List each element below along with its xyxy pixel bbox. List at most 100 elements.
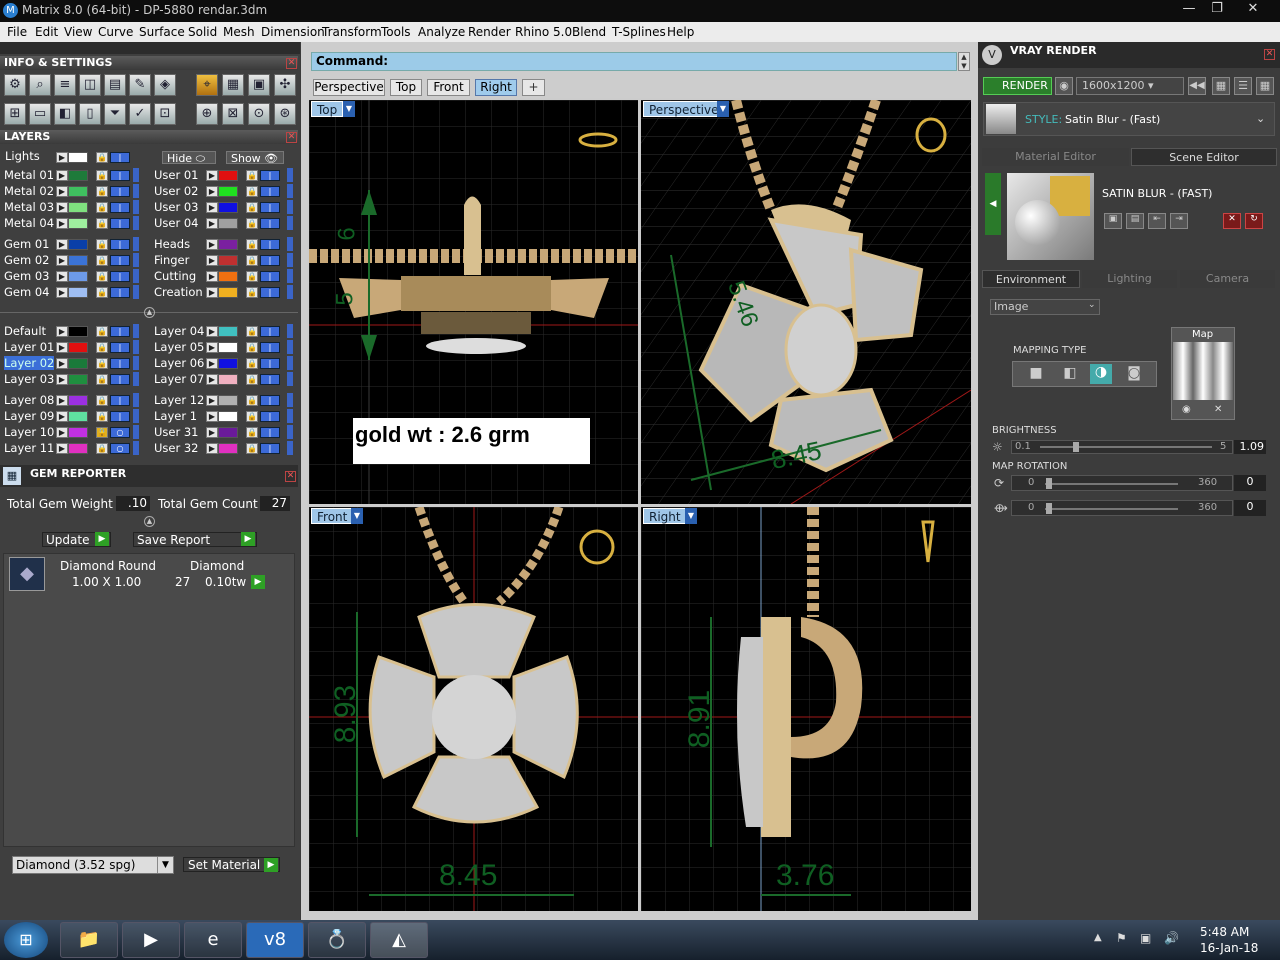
snap-icon[interactable]: ⌖ xyxy=(196,74,218,96)
zoom-icon[interactable]: ⌕ xyxy=(29,74,51,96)
layer-lock-icon[interactable]: 🔒 xyxy=(96,411,108,422)
rhino-taskbar-icon[interactable]: ◭ xyxy=(370,922,428,958)
lights-lock-icon[interactable]: 🔒 xyxy=(96,152,108,163)
menu-help[interactable]: Help xyxy=(667,25,694,39)
layer-color-swatch[interactable] xyxy=(218,202,238,213)
layer-right-name[interactable]: User 02 xyxy=(154,184,199,198)
layers-stack-icon[interactable]: ≡ xyxy=(54,74,76,96)
layer-visible-icon[interactable]: | xyxy=(260,395,280,406)
matrix-taskbar-icon[interactable]: v8 xyxy=(246,922,304,958)
lights-color-swatch[interactable] xyxy=(68,152,88,163)
sphere-map-icon[interactable]: ◑ xyxy=(1090,364,1112,384)
layer-arrow-icon[interactable]: ▶ xyxy=(206,326,218,337)
tab-top[interactable]: Top xyxy=(390,79,422,96)
layer-color-swatch[interactable] xyxy=(68,255,88,266)
layer-visible-icon[interactable]: | xyxy=(110,374,130,385)
layer-visible-icon[interactable]: | xyxy=(260,218,280,229)
layer-left-name[interactable]: Layer 08 xyxy=(4,393,54,407)
layer-color-swatch[interactable] xyxy=(68,374,88,385)
layer-lock-icon[interactable]: 🔒 xyxy=(96,202,108,213)
layer-color-swatch[interactable] xyxy=(68,326,88,337)
layer-lock-icon[interactable]: 🔒 xyxy=(246,443,258,454)
layer-color-swatch[interactable] xyxy=(218,395,238,406)
viewport-perspective-label[interactable]: Perspective xyxy=(643,101,725,117)
layer-color-swatch[interactable] xyxy=(68,395,88,406)
document-icon[interactable]: ▤ xyxy=(104,74,126,96)
tab-camera[interactable]: Camera xyxy=(1180,270,1275,288)
grid-snap-icon[interactable]: ▦ xyxy=(222,74,244,96)
layer-arrow-icon[interactable]: ▶ xyxy=(56,287,68,298)
layer-color-swatch[interactable] xyxy=(218,170,238,181)
viewport-right-menu-icon[interactable]: ▼ xyxy=(685,508,697,524)
viewport-top-label[interactable]: Top xyxy=(311,101,344,117)
layer-arrow-icon[interactable]: ▶ xyxy=(56,271,68,282)
layer-left-name[interactable]: Gem 02 xyxy=(4,253,49,267)
layer-lock-icon[interactable]: 🔒 xyxy=(246,358,258,369)
layer-color-swatch[interactable] xyxy=(68,443,88,454)
layer-left-name[interactable]: Layer 11 xyxy=(4,441,54,455)
tab-right[interactable]: Right xyxy=(475,79,517,96)
material-select[interactable]: Diamond (3.52 spg) xyxy=(12,856,174,874)
layer-color-swatch[interactable] xyxy=(68,287,88,298)
layer-visible-icon[interactable]: ○ xyxy=(110,443,130,454)
close-button[interactable]: ✕ xyxy=(1238,0,1268,18)
menu-dimension[interactable]: Dimension xyxy=(261,25,325,39)
layer-visible-icon[interactable]: | xyxy=(260,374,280,385)
layer-visible-icon[interactable]: ○ xyxy=(110,427,130,438)
ortho-icon[interactable]: ⊕ xyxy=(196,103,218,125)
layer-lock-icon[interactable]: 🔒 xyxy=(96,358,108,369)
viewport-front-label[interactable]: Front xyxy=(311,508,354,524)
object-icon[interactable]: ◈ xyxy=(154,74,176,96)
layer-arrow-icon[interactable]: ▶ xyxy=(56,239,68,250)
box-map-icon[interactable]: ◧ xyxy=(1060,365,1080,383)
layer-lock-icon[interactable]: 🔒 xyxy=(246,218,258,229)
layer-lock-icon[interactable]: 🔒 xyxy=(246,255,258,266)
layer-right-name[interactable]: Finger xyxy=(154,253,189,267)
save-as-icon[interactable]: ▤ xyxy=(1126,213,1144,229)
brightness-value[interactable]: 1.09 xyxy=(1234,440,1266,454)
rot1-value[interactable]: 0 xyxy=(1234,475,1266,491)
collapse-left-icon[interactable]: ◀ xyxy=(985,173,1001,235)
tray-expand-icon[interactable]: ▲ xyxy=(1094,932,1102,943)
lights-arrow-icon[interactable]: ▶ xyxy=(56,152,68,163)
layer-arrow-icon[interactable]: ▶ xyxy=(206,271,218,282)
layer-arrow-icon[interactable]: ▶ xyxy=(56,395,68,406)
select-icon[interactable]: ✓ xyxy=(129,103,151,125)
layer-visible-icon[interactable]: | xyxy=(110,271,130,282)
layer-color-swatch[interactable] xyxy=(68,218,88,229)
layer-left-name[interactable]: Default xyxy=(4,324,46,338)
layer-lock-icon[interactable]: 🔒 xyxy=(96,443,108,454)
layer-lock-icon[interactable]: 🔒 xyxy=(96,287,108,298)
align-icon[interactable]: ▣ xyxy=(248,74,270,96)
layer-visible-icon[interactable]: | xyxy=(260,239,280,250)
style-chevron-down-icon[interactable]: ⌄ xyxy=(1256,112,1265,125)
viewport-top[interactable]: 6 5 gold wt : 2.6 grm xyxy=(309,100,638,504)
layer-visible-icon[interactable]: | xyxy=(260,186,280,197)
layer-lock-icon[interactable]: 🔒 xyxy=(246,239,258,250)
settings-icon[interactable]: ⚙ xyxy=(4,74,26,96)
env-chevron-down-icon[interactable]: ⌄ xyxy=(1088,300,1096,310)
layer-arrow-icon[interactable]: ▶ xyxy=(56,427,68,438)
layer-left-name[interactable]: Gem 03 xyxy=(4,269,49,283)
layer-visible-icon[interactable]: | xyxy=(260,202,280,213)
menu-view[interactable]: View xyxy=(64,25,92,39)
layer-arrow-icon[interactable]: ▶ xyxy=(206,186,218,197)
menu-tsplines[interactable]: T-Splines xyxy=(612,25,666,39)
hide-button[interactable]: Hide ⬭ xyxy=(162,151,216,165)
tab-lighting[interactable]: Lighting xyxy=(1082,270,1177,288)
minimize-button[interactable]: — xyxy=(1174,0,1204,18)
layer-lock-icon[interactable]: 🔒 xyxy=(246,395,258,406)
layer-lock-icon[interactable]: 🔒 xyxy=(246,271,258,282)
layer-visible-icon[interactable]: | xyxy=(260,287,280,298)
menu-rhino[interactable]: Rhino 5.0 xyxy=(515,25,572,39)
tab-add-icon[interactable]: + xyxy=(522,79,545,96)
layer-visible-icon[interactable]: | xyxy=(260,271,280,282)
lights-visible-icon[interactable]: | xyxy=(110,152,130,163)
layer-arrow-icon[interactable]: ▶ xyxy=(206,427,218,438)
menu-edit[interactable]: Edit xyxy=(35,25,58,39)
layer-visible-icon[interactable]: | xyxy=(110,202,130,213)
menu-solid[interactable]: Solid xyxy=(188,25,217,39)
layer-visible-icon[interactable]: | xyxy=(260,443,280,454)
map-color-icon[interactable]: ◉ xyxy=(1182,404,1191,415)
info-close-icon[interactable]: ✕ xyxy=(286,58,297,69)
